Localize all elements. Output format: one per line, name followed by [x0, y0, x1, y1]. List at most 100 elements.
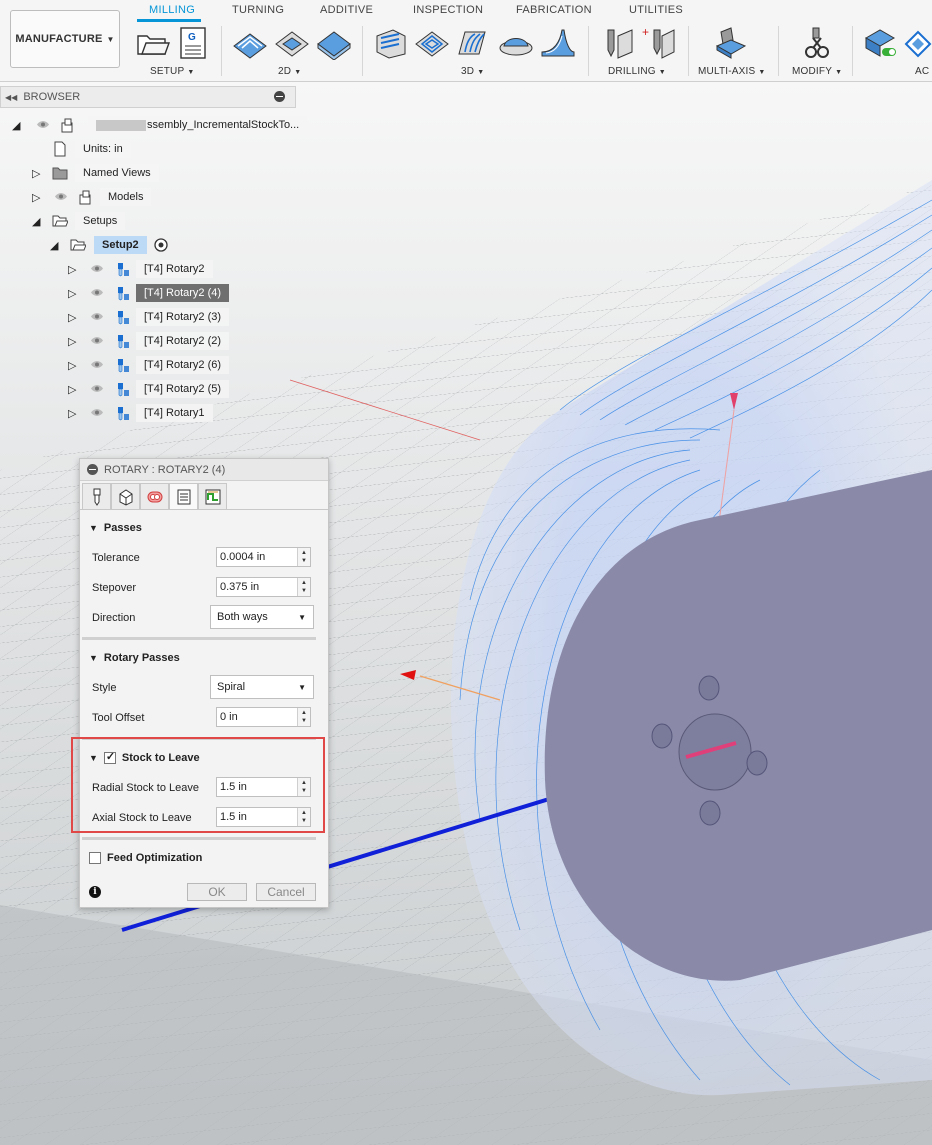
tab-milling[interactable]: MILLING — [149, 4, 195, 16]
group-modify-dropdown[interactable]: MODIFY ▼ — [792, 66, 842, 77]
collapsed-triangle-icon[interactable]: ▷ — [68, 359, 76, 372]
dialog-title-bar[interactable]: ROTARY : ROTARY2 (4) — [80, 459, 328, 481]
group-drilling-dropdown[interactable]: DRILLING ▼ — [608, 66, 666, 77]
spin-up-icon[interactable]: ▲ — [301, 550, 307, 556]
collapsed-triangle-icon[interactable]: ▷ — [68, 263, 76, 276]
stepover-input[interactable]: 0.375 in ▲ ▼ — [216, 577, 311, 597]
group-3d-dropdown[interactable]: 3D ▼ — [461, 66, 484, 77]
tree-units[interactable]: Units: in — [0, 139, 300, 159]
tool-offset-input[interactable]: 0 in ▲ ▼ — [216, 707, 311, 727]
section-rotary-passes-header[interactable]: ▼ Rotary Passes — [89, 652, 180, 664]
tree-setups[interactable]: ◢ Setups — [0, 211, 300, 231]
tab-heights[interactable] — [140, 483, 169, 509]
cancel-button[interactable]: Cancel — [256, 883, 316, 901]
tab-inspection[interactable]: INSPECTION — [413, 4, 483, 16]
tab-turning[interactable]: TURNING — [232, 4, 284, 16]
ribbon-separator — [221, 26, 222, 76]
group-multi-axis-dropdown[interactable]: MULTI-AXIS ▼ — [698, 66, 766, 77]
collapsed-triangle-icon[interactable]: ▷ — [32, 167, 40, 180]
spin-down-icon[interactable]: ▼ — [301, 558, 307, 564]
tree-models[interactable]: ▷ Models — [0, 187, 300, 207]
tab-tool[interactable] — [82, 483, 111, 509]
drill-icon[interactable] — [598, 26, 634, 60]
collapse-panel-icon[interactable]: ◀◀ — [5, 93, 17, 102]
section-feed-header[interactable]: Feed Optimization — [89, 852, 202, 864]
eye-icon[interactable] — [90, 264, 104, 273]
spin-down-icon[interactable]: ▼ — [301, 588, 307, 594]
tree-root-document[interactable]: ◢ ssembly_IncrementalStockTo... — [0, 115, 308, 135]
tree-operation-item[interactable]: ▷ [T4] Rotary2 (3) — [0, 307, 300, 327]
tolerance-input[interactable]: 0.0004 in ▲ ▼ — [216, 547, 311, 567]
eye-icon[interactable] — [54, 192, 68, 201]
minimize-icon[interactable] — [274, 91, 285, 102]
direction-select[interactable]: Both ways ▼ — [210, 605, 314, 629]
parallel-icon[interactable] — [498, 26, 534, 60]
tree-operation-item[interactable]: ▷ [T4] Rotary2 — [0, 259, 300, 279]
group-2d-dropdown[interactable]: 2D ▼ — [278, 66, 301, 77]
scissors-icon[interactable] — [799, 26, 835, 60]
workspace-switcher-button[interactable]: MANUFACTURE ▼ — [10, 10, 120, 68]
simulate-icon[interactable] — [862, 26, 898, 60]
tree-named-views[interactable]: ▷ Named Views — [0, 163, 300, 183]
nc-program-icon[interactable]: G — [175, 26, 211, 60]
tab-utilities[interactable]: UTILITIES — [629, 4, 683, 16]
spin-down-icon[interactable]: ▼ — [301, 718, 307, 724]
eye-icon[interactable] — [36, 120, 50, 129]
face-icon[interactable] — [316, 26, 352, 60]
spinner-arrows[interactable]: ▲ ▼ — [297, 578, 310, 596]
tree-setup2[interactable]: ◢ Setup2 — [0, 235, 300, 255]
expanded-triangle-icon[interactable]: ◢ — [50, 239, 58, 252]
collapsed-triangle-icon[interactable]: ▷ — [68, 287, 76, 300]
tab-additive[interactable]: ADDITIVE — [320, 4, 373, 16]
spin-up-icon[interactable]: ▲ — [301, 580, 307, 586]
post-process-icon[interactable] — [904, 26, 932, 60]
new-setup-folder-icon[interactable] — [135, 26, 171, 60]
tree-operation-item[interactable]: ▷ [T4] Rotary2 (5) — [0, 379, 300, 399]
target-activate-icon[interactable] — [153, 237, 169, 253]
2d-pocket-icon[interactable] — [274, 26, 310, 60]
spinner-arrows[interactable]: ▲ ▼ — [297, 708, 310, 726]
collapsed-triangle-icon[interactable]: ▷ — [32, 191, 40, 204]
contour-icon[interactable] — [455, 26, 491, 60]
eye-icon[interactable] — [90, 336, 104, 345]
tab-fabrication[interactable]: FABRICATION — [516, 4, 592, 16]
eye-icon[interactable] — [90, 312, 104, 321]
style-select[interactable]: Spiral ▼ — [210, 675, 314, 699]
scallop-icon[interactable] — [540, 26, 576, 60]
expanded-triangle-icon[interactable]: ◢ — [12, 119, 20, 132]
workspace-label: MANUFACTURE — [15, 33, 103, 45]
eye-icon[interactable] — [90, 408, 104, 417]
minimize-icon[interactable] — [87, 464, 98, 475]
expanded-triangle-icon[interactable]: ◢ — [32, 215, 40, 228]
multi-axis-icon[interactable] — [713, 26, 749, 60]
hole-recognition-icon[interactable]: + — [640, 26, 676, 60]
open-folder-icon — [70, 239, 86, 251]
spin-up-icon[interactable]: ▲ — [301, 710, 307, 716]
tree-operation-item[interactable]: ▷ [T4] Rotary1 — [0, 403, 300, 423]
3d-adaptive-icon[interactable] — [373, 26, 409, 60]
section-passes-header[interactable]: ▼ Passes — [89, 522, 142, 534]
2d-adaptive-icon[interactable] — [232, 26, 268, 60]
spinner-arrows[interactable]: ▲ ▼ — [297, 548, 310, 566]
eye-icon[interactable] — [90, 384, 104, 393]
tree-operation-item[interactable]: ▷ [T4] Rotary2 (6) — [0, 355, 300, 375]
eye-icon[interactable] — [90, 360, 104, 369]
ok-button[interactable]: OK — [187, 883, 247, 901]
tree-operation-item[interactable]: ▷ [T4] Rotary2 (4) — [0, 283, 300, 303]
collapsed-triangle-icon[interactable]: ▷ — [68, 335, 76, 348]
tree-operation-item[interactable]: ▷ [T4] Rotary2 (2) — [0, 331, 300, 351]
eye-icon[interactable] — [90, 288, 104, 297]
browser-panel-header[interactable]: ◀◀ BROWSER — [0, 86, 296, 108]
direction-value: Both ways — [217, 611, 268, 623]
tab-passes[interactable] — [169, 483, 198, 509]
3d-pocket-icon[interactable] — [414, 26, 450, 60]
info-icon[interactable]: i — [89, 886, 101, 898]
group-setup-dropdown[interactable]: SETUP ▼ — [150, 66, 194, 77]
tab-geometry[interactable] — [111, 483, 140, 509]
collapsed-triangle-icon[interactable]: ▷ — [68, 407, 76, 420]
group-actions-dropdown[interactable]: AC — [915, 66, 929, 77]
collapsed-triangle-icon[interactable]: ▷ — [68, 311, 76, 324]
collapsed-triangle-icon[interactable]: ▷ — [68, 383, 76, 396]
tab-linking[interactable] — [198, 483, 227, 509]
feed-optimization-checkbox[interactable] — [89, 852, 101, 864]
